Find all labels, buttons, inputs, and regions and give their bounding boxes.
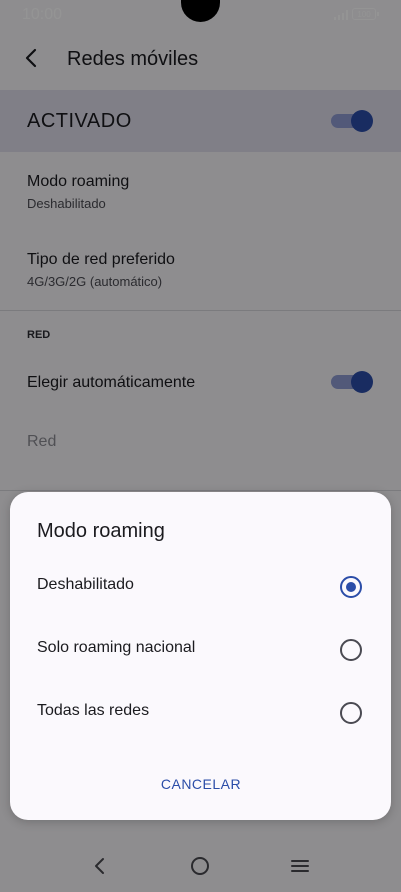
nav-home-icon[interactable] <box>188 854 212 878</box>
dialog-title: Modo roaming <box>37 520 165 542</box>
roaming-mode-dialog: Modo roaming Deshabilitado Solo roaming … <box>10 492 391 820</box>
navigation-bar <box>0 840 401 892</box>
option-solo-roaming-nacional[interactable]: Solo roaming nacional <box>10 622 391 678</box>
nav-back-icon[interactable] <box>88 854 112 878</box>
radio-unselected-icon[interactable] <box>340 702 362 724</box>
option-deshabilitado[interactable]: Deshabilitado <box>10 559 391 615</box>
option-todas-las-redes[interactable]: Todas las redes <box>10 685 391 741</box>
cancel-button[interactable]: CANCELAR <box>150 768 252 800</box>
option-label: Deshabilitado <box>37 576 134 593</box>
nav-menu-icon[interactable] <box>288 854 312 878</box>
radio-unselected-icon[interactable] <box>340 639 362 661</box>
radio-selected-icon[interactable] <box>340 576 362 598</box>
option-label: Solo roaming nacional <box>37 639 196 656</box>
option-label: Todas las redes <box>37 702 150 719</box>
